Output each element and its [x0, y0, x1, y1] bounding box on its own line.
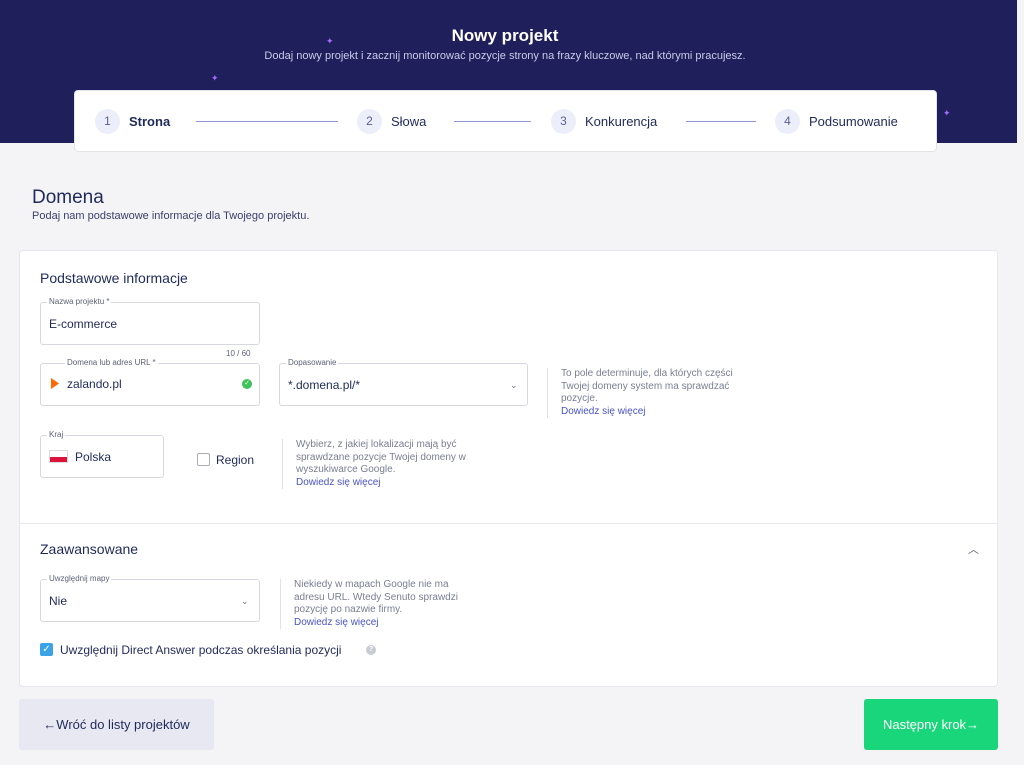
region-label: Region — [216, 453, 255, 467]
next-step-button[interactable]: Następny krok → — [864, 699, 998, 750]
learn-more-link[interactable]: Dowiedz się więcej — [296, 477, 492, 490]
step-connector — [686, 121, 756, 122]
field-label: Uwzględnij mapy — [47, 574, 112, 584]
step-slowa[interactable]: 2 Słowa — [357, 108, 426, 134]
advanced-heading: Zaawansowane — [40, 541, 139, 557]
sparkle-icon: ✦ — [326, 36, 334, 46]
step-strona[interactable]: 1 Strona — [95, 108, 170, 134]
step-podsumowanie[interactable]: 4 Podsumowanie — [775, 108, 898, 134]
section-subtitle: Podaj nam podstawowe informacje dla Twoj… — [32, 210, 310, 222]
step-label: Konkurencja — [585, 113, 658, 129]
char-counter: 10 / 60 — [226, 349, 251, 358]
back-button-label: Wróć do listy projektów — [56, 717, 190, 732]
maps-select[interactable]: Uwzględnij mapy Nie ⌄ — [40, 574, 260, 622]
project-name-field[interactable]: Nazwa projektu * E-commerce — [40, 297, 260, 345]
arrow-left-icon: ← — [43, 717, 57, 732]
step-connector — [454, 121, 531, 122]
stepper: 1 Strona 2 Słowa 3 Konkurencja 4 Podsumo… — [74, 90, 937, 152]
chevron-up-icon[interactable]: ︿ — [968, 541, 979, 557]
help-text: Wybierz, z jakiej lokalizacji mają być s… — [296, 439, 466, 475]
check-circle-icon: ✓ — [242, 379, 252, 389]
maps-help: Niekiedy w mapach Google nie ma adresu U… — [280, 579, 480, 629]
field-label: Kraj — [47, 430, 66, 440]
match-help: To pole determinuje, dla których części … — [547, 368, 757, 418]
page-subtitle: Dodaj nowy projekt i zacznij monitorować… — [264, 50, 746, 62]
learn-more-link[interactable]: Dowiedz się więcej — [561, 406, 757, 419]
chevron-down-icon: ⌄ — [241, 596, 249, 606]
sparkle-icon: ✦ — [943, 108, 951, 118]
step-connector — [196, 121, 338, 122]
maps-value: Nie — [49, 594, 68, 608]
step-label: Podsumowanie — [809, 113, 898, 129]
match-value: *.domena.pl/* — [288, 378, 361, 392]
poland-flag-icon — [49, 450, 68, 463]
field-label: Dopasowanie — [286, 358, 339, 368]
country-help: Wybierz, z jakiej lokalizacji mają być s… — [282, 439, 492, 489]
sparkle-icon: ✦ — [211, 73, 219, 83]
step-label: Strona — [129, 113, 171, 129]
help-text: To pole determinuje, dla których części … — [561, 368, 733, 404]
page-title: Nowy projekt — [451, 26, 559, 45]
domain-value: zalando.pl — [67, 377, 122, 391]
basic-info-heading: Podstawowe informacje — [40, 270, 188, 286]
zalando-logo-icon — [51, 378, 59, 389]
learn-more-link[interactable]: Dowiedz się więcej — [294, 617, 480, 630]
direct-answer-label: Uwzględnij Direct Answer podczas określa… — [60, 643, 342, 657]
field-label: Nazwa projektu * — [47, 297, 112, 307]
chevron-down-icon: ⌄ — [510, 380, 518, 390]
direct-answer-checkbox[interactable]: ✓ — [40, 643, 53, 656]
step-number: 1 — [95, 108, 120, 134]
country-value: Polska — [75, 450, 112, 464]
match-select[interactable]: Dopasowanie *.domena.pl/* ⌄ — [279, 358, 528, 406]
step-number: 4 — [775, 108, 800, 134]
step-number: 2 — [357, 108, 382, 134]
region-checkbox[interactable] — [197, 453, 210, 466]
field-label: Domena lub adres URL * — [65, 358, 158, 368]
next-button-label: Następny krok — [882, 717, 967, 732]
arrow-right-icon: → — [966, 717, 980, 732]
form-card: Podstawowe informacje Nazwa projektu * E… — [19, 250, 998, 687]
project-name-value: E-commerce — [49, 317, 118, 331]
domain-field[interactable]: Domena lub adres URL * zalando.pl ✓ — [40, 358, 260, 406]
help-circle-icon[interactable]: ? — [366, 645, 376, 655]
step-number: 3 — [551, 108, 576, 134]
country-select[interactable]: Kraj Polska — [40, 430, 164, 478]
divider — [20, 523, 997, 524]
section-title: Domena — [32, 187, 104, 208]
back-to-projects-button[interactable]: ← Wróć do listy projektów — [19, 699, 214, 750]
step-label: Słowa — [391, 113, 427, 129]
step-konkurencja[interactable]: 3 Konkurencja — [551, 108, 657, 134]
help-text: Niekiedy w mapach Google nie ma adresu U… — [294, 579, 458, 615]
